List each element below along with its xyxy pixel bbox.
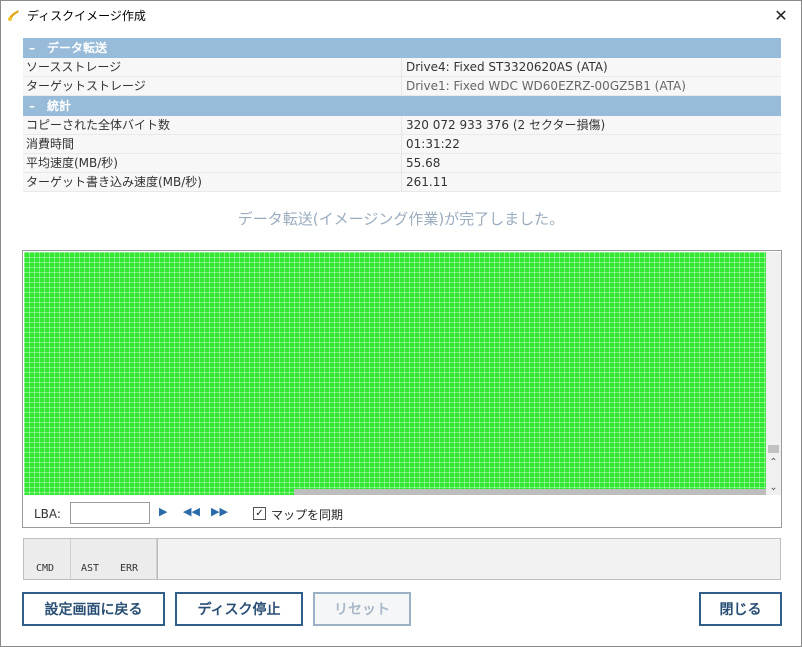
info-key: コピーされた全体バイト数 <box>23 116 402 134</box>
collapse-icon: – <box>29 99 35 113</box>
disk-stop-button[interactable]: ディスク停止 <box>175 592 303 626</box>
info-key: 平均速度(MB/秒) <box>23 154 402 172</box>
scroll-thumb[interactable] <box>768 445 779 453</box>
info-key: ターゲット書き込み速度(MB/秒) <box>23 173 402 191</box>
info-value: Drive1: Fixed WDC WD60EZRZ-00GZ5B1 (ATA) <box>406 79 686 93</box>
sector-map[interactable] <box>24 252 766 495</box>
info-table: – データ転送 ソースストレージ Drive4: Fixed ST3320620A… <box>23 38 781 192</box>
status-message: データ転送(イメージング作業)が完了しました。 <box>237 210 565 228</box>
info-value: Drive4: Fixed ST3320620AS (ATA) <box>406 60 608 74</box>
window-title: ディスクイメージ作成 <box>27 9 146 23</box>
sync-map-label[interactable]: マップを同期 <box>271 506 343 523</box>
cmd-label: CMD <box>36 563 55 574</box>
rewind-icon[interactable]: ◀◀ <box>183 505 200 518</box>
info-value: 261.11 <box>406 175 448 189</box>
info-key: 消費時間 <box>23 135 402 153</box>
info-value: 55.68 <box>406 156 441 170</box>
close-button[interactable]: 閉じる <box>699 592 782 626</box>
cmd-register: CMD <box>24 539 71 579</box>
reset-button[interactable]: リセット <box>313 592 411 626</box>
play-icon[interactable]: ▶ <box>159 505 167 518</box>
map-controls: LBA: ▶ ◀◀ ▶▶ ✓ マップを同期 <box>23 499 781 527</box>
disk-image-window: ディスクイメージ作成 ✕ – データ転送 ソースストレージ Drive4: Fix… <box>0 0 802 647</box>
chevron-down-icon[interactable]: ⌄ <box>766 480 781 495</box>
title-bar: ディスクイメージ作成 ✕ <box>1 1 801 29</box>
info-row-bytes: コピーされた全体バイト数 320 072 933 376 (2 セクター損傷) <box>23 116 781 135</box>
section-title: データ転送 <box>47 41 108 55</box>
info-row-target: ターゲットストレージ Drive1: Fixed WDC WD60EZRZ-00… <box>23 77 781 96</box>
section-header-stats[interactable]: – 統計 <box>23 96 781 116</box>
section-title: 統計 <box>47 99 72 113</box>
back-to-settings-button[interactable]: 設定画面に戻る <box>22 592 165 626</box>
info-row-source: ソースストレージ Drive4: Fixed ST3320620AS (ATA) <box>23 58 781 77</box>
lba-input[interactable] <box>70 502 150 524</box>
sync-map-checkbox[interactable]: ✓ <box>253 507 266 520</box>
info-row-write-speed: ターゲット書き込み速度(MB/秒) 261.11 <box>23 173 781 192</box>
fast-forward-icon[interactable]: ▶▶ <box>211 505 228 518</box>
register-panel: CMD AST ERR <box>23 538 781 580</box>
sector-map-unread <box>294 489 766 495</box>
info-value: 320 072 933 376 (2 セクター損傷) <box>406 118 606 132</box>
info-key: ソースストレージ <box>23 58 402 76</box>
info-key: ターゲットストレージ <box>23 77 402 95</box>
status-register: AST ERR <box>71 539 157 579</box>
lba-label: LBA: <box>34 507 61 521</box>
close-icon: ✕ <box>774 5 788 25</box>
info-value: 01:31:22 <box>406 137 460 151</box>
register-bits <box>157 539 780 579</box>
app-icon <box>8 10 19 21</box>
chevron-up-icon[interactable]: ⌃ <box>766 455 781 470</box>
info-row-elapsed: 消費時間 01:31:22 <box>23 135 781 154</box>
err-label: ERR <box>120 563 139 574</box>
map-scrollbar[interactable]: ⌃ ⌄ <box>766 252 781 495</box>
ast-label: AST <box>81 563 100 574</box>
collapse-icon: – <box>29 41 35 55</box>
window-close-button[interactable]: ✕ <box>761 1 801 29</box>
info-row-avg-speed: 平均速度(MB/秒) 55.68 <box>23 154 781 173</box>
sector-map-panel: ⌃ ⌄ LBA: ▶ ◀◀ ▶▶ ✓ マップを同期 <box>22 250 782 528</box>
section-header-transfer[interactable]: – データ転送 <box>23 38 781 58</box>
